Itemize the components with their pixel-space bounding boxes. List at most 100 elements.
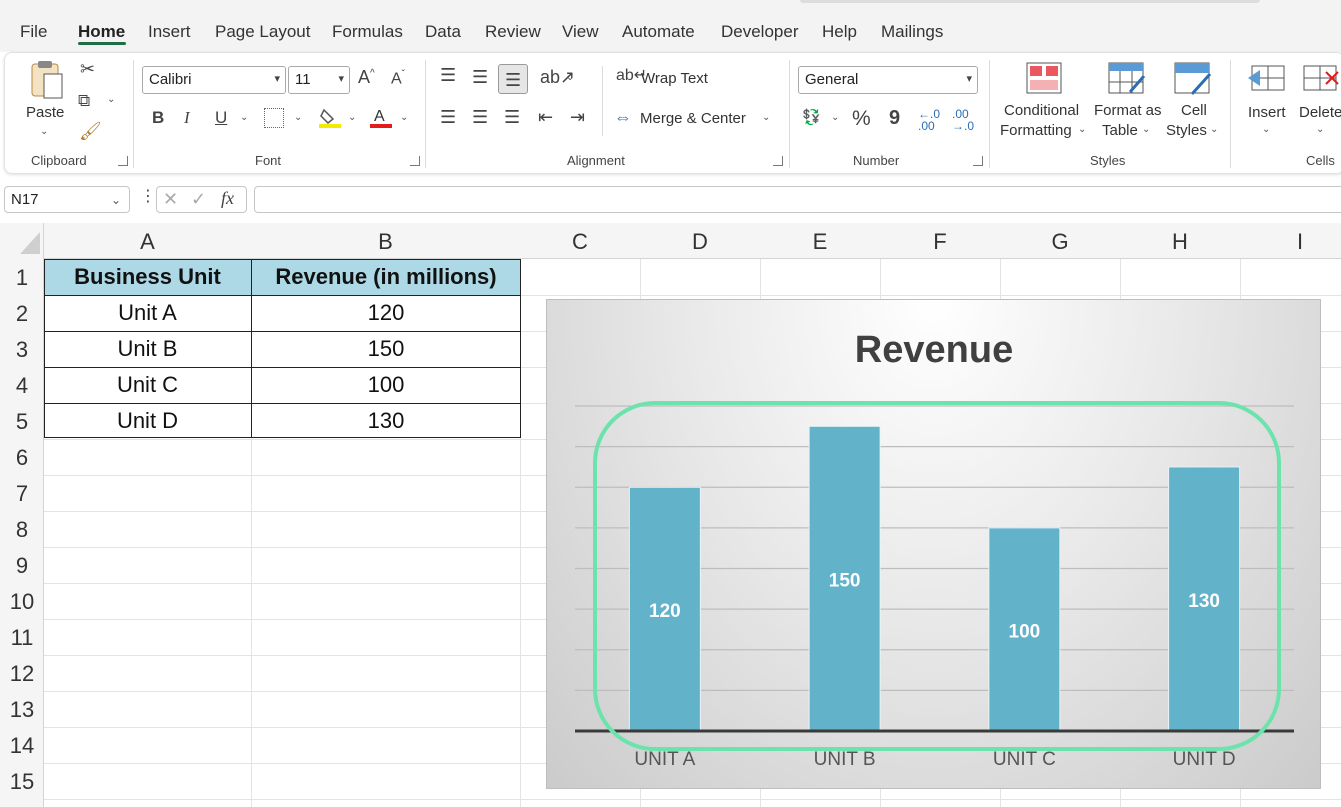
tab-formulas[interactable]: Formulas: [332, 22, 403, 42]
align-bottom-button[interactable]: ☰: [498, 64, 528, 94]
wrap-text-button[interactable]: ab↵ Wrap Text: [616, 68, 716, 94]
chevron-down-icon[interactable]: ⌄: [107, 94, 115, 105]
revenue-chart[interactable]: Revenue 120 150 100 130 UNIT A UNIT B UNIT C U…: [546, 299, 1321, 789]
accounting-format-icon[interactable]: 💱: [802, 110, 821, 125]
copy-icon[interactable]: ⧉: [78, 92, 90, 109]
chart-category-label: UNIT D: [1173, 749, 1236, 770]
row-header-10[interactable]: 10: [0, 583, 44, 619]
column-header-e[interactable]: E: [760, 223, 880, 259]
font-color-icon[interactable]: A: [370, 106, 392, 128]
column-header-a[interactable]: A: [44, 223, 251, 259]
column-header-f[interactable]: F: [880, 223, 1000, 259]
row-header-11[interactable]: 11: [0, 619, 44, 655]
fill-color-icon[interactable]: [319, 106, 341, 128]
number-launcher-icon[interactable]: [973, 156, 983, 166]
row-header-12[interactable]: 12: [0, 655, 44, 691]
chevron-down-icon: ▾: [274, 73, 280, 85]
row-header-9[interactable]: 9: [0, 547, 44, 583]
cancel-icon[interactable]: ✕: [163, 190, 178, 208]
merge-center-button[interactable]: ⇔ Merge & Center ⌄: [614, 106, 778, 132]
chevron-down-icon[interactable]: ⌄: [400, 112, 408, 123]
row-header-1[interactable]: 1: [0, 259, 44, 295]
name-box[interactable]: N17 ⌄: [4, 186, 130, 213]
tab-data[interactable]: Data: [425, 22, 461, 42]
chart-data-label: 150: [829, 571, 861, 592]
italic-button[interactable]: I: [184, 109, 190, 126]
borders-icon[interactable]: [264, 108, 284, 128]
column-header-h[interactable]: H: [1120, 223, 1240, 259]
underline-button[interactable]: U: [215, 109, 227, 126]
chevron-down-icon[interactable]: ⌄: [566, 72, 574, 83]
formula-input[interactable]: [254, 186, 1341, 213]
table-border-line: [251, 259, 252, 438]
insert-function-button[interactable]: fx: [221, 189, 234, 207]
align-left-icon[interactable]: ☰: [440, 108, 456, 126]
chevron-down-icon[interactable]: ⌄: [240, 112, 248, 123]
percent-button[interactable]: %: [852, 108, 871, 129]
number-format-select[interactable]: General ▾: [798, 66, 978, 94]
chevron-down-icon[interactable]: ⌄: [294, 112, 302, 123]
column-header-g[interactable]: G: [1000, 223, 1120, 259]
tab-insert[interactable]: Insert: [148, 22, 191, 42]
tab-help[interactable]: Help: [822, 22, 857, 42]
tab-page-layout[interactable]: Page Layout: [215, 22, 310, 42]
increase-decimal-icon[interactable]: ←.0.00: [918, 108, 940, 132]
row-header-8[interactable]: 8: [0, 511, 44, 547]
bold-button[interactable]: B: [152, 109, 164, 126]
font-size-select[interactable]: 11 ▾: [288, 66, 350, 94]
row-header-7[interactable]: 7: [0, 475, 44, 511]
chevron-down-icon[interactable]: ⌄: [831, 112, 839, 123]
column-header-d[interactable]: D: [640, 223, 760, 259]
font-name-select[interactable]: Calibri ▾: [142, 66, 286, 94]
row-header-14[interactable]: 14: [0, 727, 44, 763]
row-header-3[interactable]: 3: [0, 331, 44, 367]
comma-style-button[interactable]: 9: [889, 108, 900, 128]
conditional-formatting-button[interactable]: Conditional Formatting ⌄: [996, 62, 1090, 144]
enter-icon[interactable]: ✓: [191, 190, 206, 208]
chevron-down-icon[interactable]: ⌄: [348, 112, 356, 123]
column-header-i[interactable]: I: [1240, 223, 1341, 259]
align-middle-icon[interactable]: ☰: [472, 68, 488, 86]
search-box-edge: [800, 0, 1260, 3]
decrease-font-icon[interactable]: Aˇ: [391, 70, 405, 87]
row-header-2[interactable]: 2: [0, 295, 44, 331]
align-center-icon[interactable]: ☰: [472, 108, 488, 126]
table-border-line: [44, 295, 521, 296]
decrease-decimal-icon[interactable]: .00 →.0: [952, 108, 974, 132]
align-top-icon[interactable]: ☰: [440, 66, 456, 84]
tab-review[interactable]: Review: [485, 22, 541, 42]
font-launcher-icon[interactable]: [410, 156, 420, 166]
alignment-launcher-icon[interactable]: [773, 156, 783, 166]
tab-developer[interactable]: Developer: [721, 22, 799, 42]
row-header-5[interactable]: 5: [0, 403, 44, 439]
clipboard-launcher-icon[interactable]: [118, 156, 128, 166]
row-header-15[interactable]: 15: [0, 763, 44, 799]
tab-home[interactable]: Home: [78, 22, 125, 42]
row-header-4[interactable]: 4: [0, 367, 44, 403]
format-as-table-button[interactable]: Format as Table ⌄: [1092, 62, 1162, 144]
format-painter-icon[interactable]: 🖌: [79, 122, 102, 140]
column-header-b[interactable]: B: [251, 223, 520, 259]
cell-styles-button[interactable]: Cell Styles ⌄: [1164, 62, 1222, 144]
delete-cells-button[interactable]: Delete ⌄: [1298, 62, 1341, 144]
increase-indent-icon[interactable]: ⇥: [570, 108, 585, 126]
tab-automate[interactable]: Automate: [622, 22, 695, 42]
chart-title[interactable]: Revenue: [855, 329, 1013, 371]
tab-file[interactable]: File: [20, 22, 47, 42]
increase-font-icon[interactable]: A^: [358, 68, 375, 86]
paste-button[interactable]: Paste ⌄: [22, 60, 68, 140]
select-all-corner[interactable]: [20, 232, 40, 254]
tab-mailings[interactable]: Mailings: [881, 22, 943, 42]
cut-icon[interactable]: ✂: [80, 60, 95, 78]
column-header-c[interactable]: C: [520, 223, 640, 259]
alignment-group-label: Alignment: [567, 153, 625, 168]
row-header-13[interactable]: 13: [0, 691, 44, 727]
row-header-6[interactable]: 6: [0, 439, 44, 475]
insert-cells-button[interactable]: Insert ⌄: [1244, 62, 1290, 144]
decrease-indent-icon[interactable]: ⇤: [538, 108, 553, 126]
table-border: [44, 259, 521, 438]
chevron-down-icon: ▾: [338, 73, 344, 85]
tab-view[interactable]: View: [562, 22, 599, 42]
more-options-icon[interactable]: ⋮: [140, 189, 156, 205]
align-right-icon[interactable]: ☰: [504, 108, 520, 126]
